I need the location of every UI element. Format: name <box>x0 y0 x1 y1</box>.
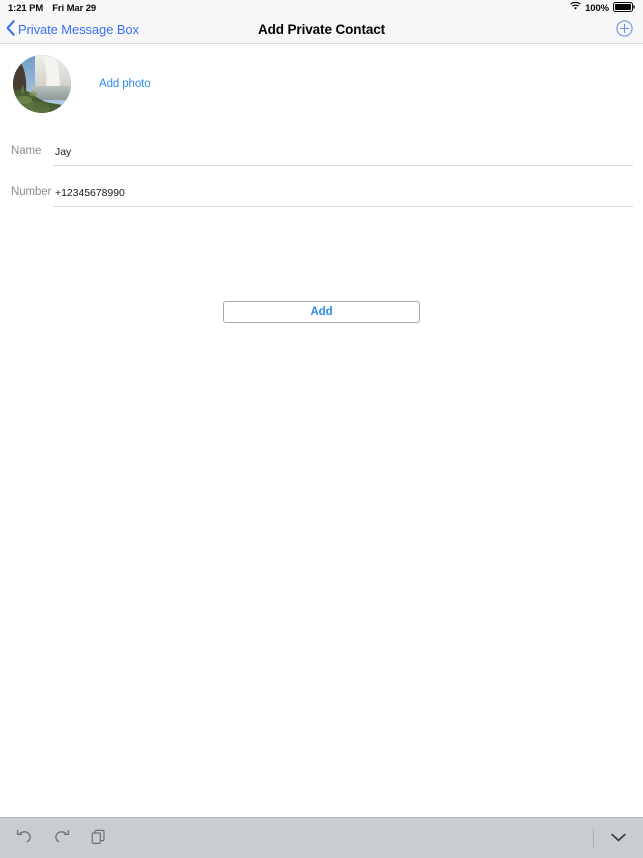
main-content: Add photo Name Number Add <box>0 44 643 817</box>
battery-full-icon <box>613 1 635 15</box>
toolbar-divider <box>593 829 594 847</box>
keyboard-toolbar <box>0 817 643 858</box>
undo-icon <box>16 829 33 847</box>
number-input[interactable] <box>53 178 633 206</box>
add-photo-link[interactable]: Add photo <box>99 78 151 90</box>
number-input-wrapper <box>53 178 633 207</box>
name-field-label: Name <box>11 145 42 157</box>
app-screen: 1:21 PM Fri Mar 29 100% Private Message … <box>0 0 643 858</box>
contact-photo-image <box>13 55 71 113</box>
name-input-wrapper <box>53 137 633 166</box>
undo-button[interactable] <box>14 828 34 848</box>
avatar[interactable] <box>13 55 71 113</box>
back-button[interactable]: Private Message Box <box>0 19 145 40</box>
chevron-down-icon <box>610 831 627 846</box>
number-field-label: Number <box>11 186 52 198</box>
redo-icon <box>53 829 70 847</box>
field-row-name: Name <box>0 137 643 178</box>
paste-icon <box>91 829 106 848</box>
status-time: 1:21 PM <box>8 2 44 14</box>
status-bar: 1:21 PM Fri Mar 29 100% <box>0 0 643 16</box>
status-bar-left: 1:21 PM Fri Mar 29 <box>8 3 96 14</box>
navigation-bar: Private Message Box Add Private Contact <box>0 16 643 44</box>
name-input[interactable] <box>53 137 633 165</box>
wifi-icon <box>570 1 581 14</box>
keyboard-toolbar-left <box>0 828 108 848</box>
redo-button[interactable] <box>51 828 71 848</box>
plus-circle-icon <box>616 19 633 40</box>
photo-section: Add photo <box>0 44 643 119</box>
add-button-container: Add <box>0 301 643 323</box>
status-date: Fri Mar 29 <box>52 2 97 14</box>
paste-button[interactable] <box>88 828 108 848</box>
keyboard-toolbar-right <box>593 828 643 848</box>
add-contact-button[interactable] <box>616 19 633 40</box>
field-row-number: Number <box>0 178 643 219</box>
battery-percentage: 100% <box>585 2 609 14</box>
add-button[interactable]: Add <box>223 301 420 323</box>
back-button-label: Private Message Box <box>18 22 139 37</box>
name-field-underline <box>53 165 633 166</box>
number-field-underline <box>53 206 633 207</box>
status-bar-right: 100% <box>570 1 635 15</box>
dismiss-keyboard-button[interactable] <box>608 828 628 848</box>
chevron-left-icon <box>6 20 15 39</box>
